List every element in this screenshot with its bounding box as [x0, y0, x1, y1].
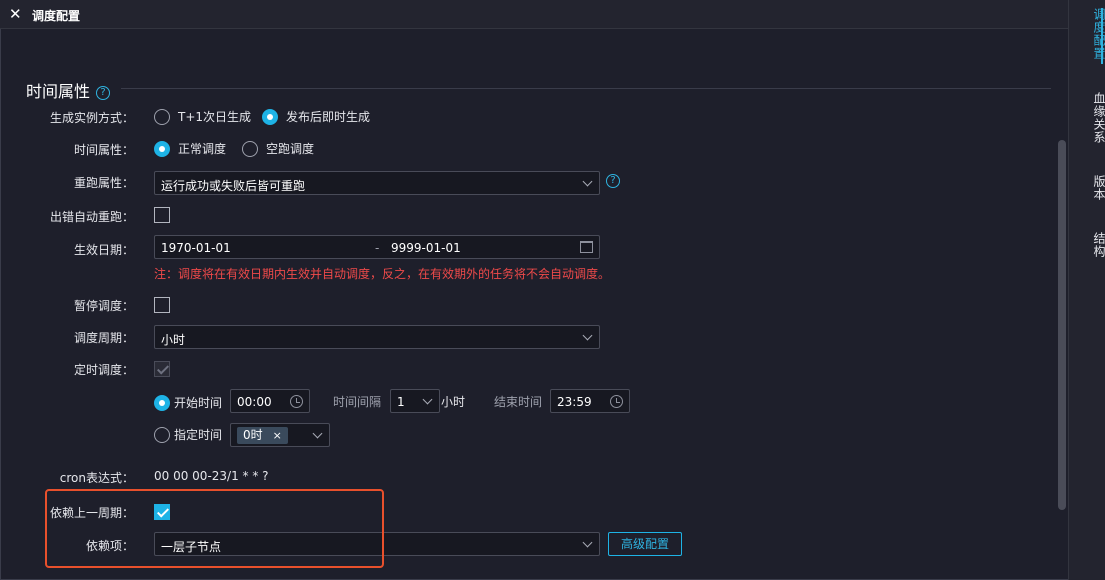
section-title: 时间属性? [26, 78, 111, 102]
clock-icon [610, 395, 623, 408]
rerun-select[interactable]: 运行成功或失败后皆可重跑 [154, 171, 600, 195]
pause-checkbox[interactable] [154, 297, 170, 313]
highlight-box [45, 489, 384, 568]
radio-label: 开始时间 [174, 396, 223, 410]
rail-tab-schedule-config[interactable]: 调度配置 [1069, 8, 1105, 60]
end-time-label: 结束时间 [494, 395, 543, 409]
close-icon[interactable]: ✕ [9, 6, 23, 22]
rail-active-indicator [1101, 8, 1103, 64]
calendar-icon [580, 241, 593, 253]
radio-icon [154, 426, 170, 443]
radio-label: 空跑调度 [266, 142, 315, 156]
radio-selected-icon [262, 108, 278, 125]
section-title-text: 时间属性 [26, 82, 91, 101]
timed-label: 定时调度： [73, 363, 134, 377]
timed-checkbox[interactable] [154, 361, 170, 377]
auto-rerun-label: 出错自动重跑： [49, 210, 134, 224]
auto-rerun-checkbox[interactable] [154, 207, 170, 223]
interval-label: 时间间隔 [333, 395, 382, 409]
chevron-down-icon [422, 394, 433, 405]
chevron-down-icon [582, 537, 593, 548]
interval-select[interactable]: 1 [390, 389, 440, 413]
section-divider [121, 88, 1051, 89]
specified-time-select[interactable]: 0时 × [230, 423, 330, 447]
radio-specified-time[interactable]: 指定时间 [154, 426, 222, 443]
radio-label: 发布后即时生成 [286, 110, 371, 124]
rail-tab-structure[interactable]: 结构 [1069, 232, 1105, 258]
advanced-config-button[interactable]: 高级配置 [608, 532, 682, 556]
rerun-help-icon[interactable]: ? [606, 174, 620, 188]
chevron-down-icon [312, 428, 323, 439]
chevron-down-icon [582, 330, 593, 341]
title-bar: ✕ 调度配置 [0, 0, 1068, 29]
question-circle-icon[interactable]: ? [96, 85, 111, 100]
pause-label: 暂停调度： [73, 299, 134, 313]
effective-date-note: 注：调度将在有效日期内生效并自动调度，反之，在有效期外的任务将不会自动调度。 [154, 267, 611, 281]
cycle-label: 调度周期： [73, 331, 134, 345]
interval-value: 1 [397, 395, 405, 409]
radio-normal-schedule[interactable]: 正常调度 [154, 140, 226, 157]
start-time-value: 00:00 [237, 395, 272, 409]
radio-publish-immediate[interactable]: 发布后即时生成 [262, 108, 370, 125]
radio-dry-run-schedule[interactable]: 空跑调度 [242, 140, 314, 157]
scrollbar-thumb[interactable] [1058, 140, 1066, 510]
radio-icon [242, 140, 258, 157]
cycle-select[interactable]: 小时 [154, 325, 600, 349]
cycle-value: 小时 [161, 333, 186, 347]
rail-tab-version[interactable]: 版本 [1069, 175, 1105, 201]
config-panel: 时间属性? 生成实例方式： T+1次日生成 发布后即时生成 时间属性： 正常调度… [0, 30, 1055, 578]
start-date: 1970-01-01 [161, 241, 231, 255]
hour-tag: 0时 × [237, 427, 288, 444]
radio-t1-next-day[interactable]: T+1次日生成 [154, 108, 251, 125]
radio-selected-icon [154, 140, 170, 157]
window-title: 调度配置 [32, 9, 81, 23]
start-time-input[interactable]: 00:00 [230, 389, 310, 413]
time-attr-label: 时间属性： [73, 143, 134, 157]
clock-icon [290, 395, 303, 408]
tag-close-icon[interactable]: × [273, 429, 282, 442]
interval-unit: 小时 [441, 395, 466, 409]
right-rail: 调度配置 血缘关系 版本 结构 [1068, 0, 1105, 580]
radio-start-time[interactable]: 开始时间 [154, 394, 222, 411]
rerun-value: 运行成功或失败后皆可重跑 [161, 179, 306, 193]
radio-label: T+1次日生成 [178, 110, 252, 124]
radio-selected-icon [154, 394, 170, 411]
effective-date-range[interactable]: 1970-01-01 - 9999-01-01 [154, 235, 600, 259]
effective-date-label: 生效日期： [73, 243, 134, 257]
instance-mode-label: 生成实例方式： [49, 111, 134, 125]
cron-label: cron表达式： [59, 471, 134, 485]
date-separator: - [375, 241, 380, 255]
end-date: 9999-01-01 [391, 241, 461, 255]
radio-label: 指定时间 [174, 428, 223, 442]
hour-tag-label: 0时 [243, 428, 263, 442]
chevron-down-icon [582, 176, 593, 187]
rerun-label: 重跑属性： [73, 176, 134, 190]
cron-value: 00 00 00-23/1 * * ? [154, 469, 269, 483]
radio-label: 正常调度 [178, 142, 227, 156]
rail-tab-lineage[interactable]: 血缘关系 [1069, 92, 1105, 144]
end-time-value: 23:59 [557, 395, 592, 409]
radio-icon [154, 108, 170, 125]
end-time-input[interactable]: 23:59 [550, 389, 630, 413]
